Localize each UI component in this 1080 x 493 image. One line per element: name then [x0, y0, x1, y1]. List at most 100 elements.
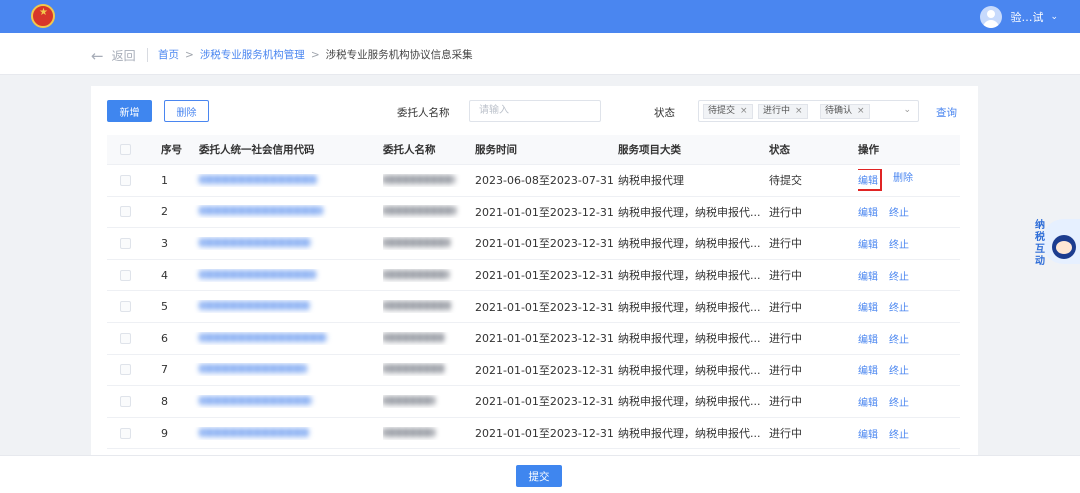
- tax-assistant-widget[interactable]: 纳税互动: [1034, 219, 1080, 267]
- row-checkbox[interactable]: [107, 301, 143, 313]
- row-category: 纳税申报代理，纳税申报代...: [618, 332, 761, 346]
- chevron-down-icon: ⌄: [903, 105, 911, 115]
- edit-link[interactable]: 编辑: [858, 204, 878, 219]
- row-actions: 编辑 终止: [858, 331, 960, 346]
- back-button[interactable]: ← 返回: [91, 47, 136, 64]
- column-header-actions: 操作: [858, 144, 879, 156]
- edit-link[interactable]: 编辑: [858, 362, 878, 377]
- edit-link[interactable]: 编辑: [858, 331, 878, 346]
- status-filter-select[interactable]: 待提交 × 进行中 × 待确认 × ⌄: [698, 100, 919, 122]
- edit-link[interactable]: 编辑: [858, 236, 878, 251]
- table-header: 序号 委托人统一社会信用代码 委托人名称 服务时间 服务项目大类 状态 操作: [107, 135, 960, 165]
- credit-code-redacted: [182, 300, 383, 313]
- close-icon[interactable]: ×: [795, 105, 803, 118]
- breadcrumb-separator: >: [185, 48, 194, 61]
- row-index: 6: [161, 331, 168, 345]
- terminate-link[interactable]: 终止: [889, 299, 909, 314]
- row-service-time: 2021-01-01至2023-12-31: [475, 205, 614, 219]
- row-checkbox[interactable]: [107, 237, 143, 249]
- status-tag-pending-confirm: 待确认 ×: [820, 104, 870, 119]
- client-name-redacted: [383, 395, 475, 408]
- row-actions: 编辑 终止: [858, 394, 960, 409]
- status-tag-in-progress: 进行中 ×: [758, 104, 808, 119]
- credit-code-redacted: [182, 237, 383, 250]
- edit-link[interactable]: 编辑: [858, 394, 878, 409]
- client-name-redacted: [383, 174, 475, 187]
- query-button[interactable]: 查询: [936, 105, 957, 120]
- table-row: 9 2021-01-01至2023-12-31 纳税申报代理，纳税申报代... …: [107, 418, 960, 450]
- username: 验…试: [1010, 11, 1044, 24]
- column-header-service-time: 服务时间: [475, 144, 517, 156]
- submit-button[interactable]: 提交: [516, 465, 562, 487]
- assistant-label: 纳税互动: [1035, 220, 1045, 267]
- row-checkbox[interactable]: [107, 332, 143, 344]
- terminate-link[interactable]: 终止: [889, 236, 909, 251]
- row-checkbox[interactable]: [107, 206, 143, 218]
- edit-link[interactable]: 编辑: [858, 169, 882, 192]
- agreement-table: 序号 委托人统一社会信用代码 委托人名称 服务时间 服务项目大类 状态 操作 1…: [107, 135, 960, 450]
- delete-button[interactable]: 删除: [164, 100, 209, 122]
- new-button[interactable]: 新增: [107, 100, 152, 122]
- row-checkbox[interactable]: [107, 364, 143, 376]
- client-name-input[interactable]: 请输入: [469, 100, 601, 122]
- tax-bureau-logo-icon: ★: [31, 4, 55, 28]
- top-navigation-bar: ★ 验…试 ⌄: [0, 0, 1080, 33]
- credit-code-redacted: [182, 332, 383, 345]
- arrow-left-icon: ←: [91, 46, 104, 65]
- main-panel: 新增 删除 委托人名称 请输入 状态 待提交 × 进行中 × 待确认 × ⌄ 查…: [91, 86, 978, 455]
- table-row: 7 2021-01-01至2023-12-31 纳税申报代理，纳税申报代... …: [107, 355, 960, 387]
- status-tag-label: 进行中: [763, 106, 791, 116]
- close-icon[interactable]: ×: [857, 105, 865, 118]
- row-service-time: 2021-01-01至2023-12-31: [475, 427, 614, 441]
- row-actions: 编辑 终止: [858, 268, 960, 283]
- terminate-link[interactable]: 终止: [889, 426, 909, 441]
- row-index: 9: [161, 426, 168, 440]
- edit-link[interactable]: 编辑: [858, 299, 878, 314]
- row-actions: 编辑 终止: [858, 236, 960, 251]
- status-tag-pending-submit: 待提交 ×: [703, 104, 753, 119]
- client-name-label: 委托人名称: [397, 107, 450, 119]
- row-status: 进行中: [769, 395, 802, 409]
- user-menu[interactable]: 验…试 ⌄: [980, 5, 1058, 29]
- credit-code-redacted: [182, 395, 383, 408]
- credit-code-redacted: [182, 269, 383, 282]
- divider: [147, 48, 148, 62]
- row-category: 纳税申报代理，纳税申报代...: [618, 269, 761, 283]
- close-icon[interactable]: ×: [740, 105, 748, 118]
- row-checkbox[interactable]: [107, 269, 143, 281]
- status-filter-label: 状态: [654, 107, 675, 119]
- table-row: 8 2021-01-01至2023-12-31 纳税申报代理，纳税申报代... …: [107, 386, 960, 418]
- row-actions: 编辑 终止: [858, 204, 960, 219]
- delete-link[interactable]: 删除: [893, 169, 913, 191]
- breadcrumb-current-page: 涉税专业服务机构协议信息采集: [325, 49, 473, 61]
- breadcrumb-separator: >: [310, 48, 320, 61]
- breadcrumb: 首页 > 涉税专业服务机构管理 > 涉税专业服务机构协议信息采集: [158, 47, 473, 62]
- row-checkbox[interactable]: [107, 174, 143, 186]
- row-index: 7: [161, 363, 168, 377]
- credit-code-redacted: [182, 174, 383, 187]
- row-category: 纳税申报代理: [618, 174, 684, 188]
- row-service-time: 2021-01-01至2023-12-31: [475, 363, 614, 377]
- breadcrumb-home-link[interactable]: 首页: [158, 47, 179, 62]
- credit-code-redacted: [182, 363, 383, 376]
- footer-bar: 提交: [0, 455, 1080, 493]
- edit-link[interactable]: 编辑: [858, 268, 878, 283]
- terminate-link[interactable]: 终止: [889, 362, 909, 377]
- row-category: 纳税申报代理，纳税申报代...: [618, 363, 761, 377]
- row-category: 纳税申报代理，纳税申报代...: [618, 395, 761, 409]
- row-index: 1: [161, 173, 168, 187]
- terminate-link[interactable]: 终止: [889, 268, 909, 283]
- row-checkbox[interactable]: [107, 395, 143, 407]
- row-status: 进行中: [769, 237, 802, 251]
- client-name-redacted: [383, 332, 475, 345]
- table-row: 2 2021-01-01至2023-12-31 纳税申报代理，纳税申报代... …: [107, 197, 960, 229]
- row-checkbox[interactable]: [107, 427, 143, 439]
- terminate-link[interactable]: 终止: [889, 331, 909, 346]
- column-header-client-name: 委托人名称: [383, 144, 436, 156]
- row-index: 5: [161, 300, 168, 314]
- edit-link[interactable]: 编辑: [858, 426, 878, 441]
- terminate-link[interactable]: 终止: [889, 394, 909, 409]
- terminate-link[interactable]: 终止: [889, 204, 909, 219]
- select-all-checkbox[interactable]: [107, 144, 143, 155]
- breadcrumb-management-link[interactable]: 涉税专业服务机构管理: [200, 47, 305, 62]
